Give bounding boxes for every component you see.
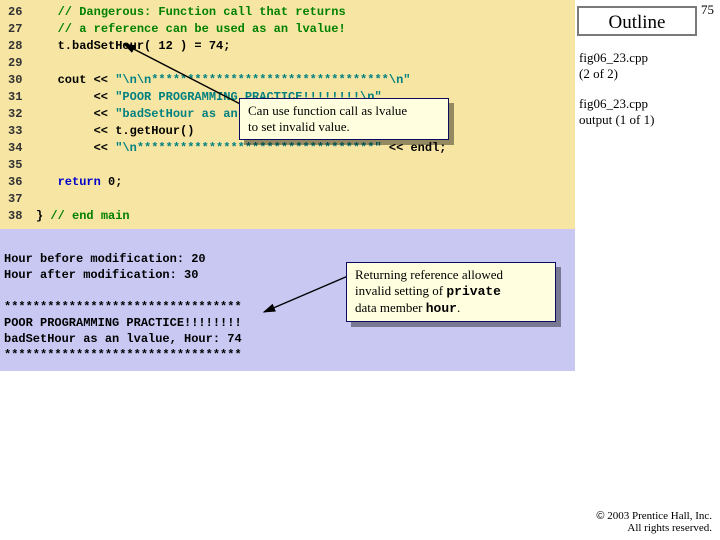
copyright-text: 2003 Prentice Hall, Inc. (604, 510, 712, 522)
copyright-text: All rights reserved. (627, 522, 712, 534)
output-line: POOR PROGRAMMING PRACTICE!!!!!!!! (4, 316, 242, 330)
code-line: 30 cout << "\n\n************************… (8, 72, 575, 89)
outline-box: Outline (577, 6, 697, 36)
output-line: ********************************* (4, 300, 242, 314)
callout-reference: Returning reference allowed invalid sett… (346, 262, 556, 322)
callout-lvalue: Can use function call as lvalue to set i… (239, 98, 449, 140)
slide-number: 75 (701, 2, 714, 18)
output-line: Hour before modification: 20 (4, 252, 206, 266)
callout-text: Returning reference allowed (355, 267, 503, 282)
code-line: 35 (8, 157, 575, 174)
code-line: 28 t.badSetHour( 12 ) = 74; (8, 38, 575, 55)
file-name: fig06_23.cpp (579, 50, 648, 65)
callout-text: invalid setting of (355, 283, 446, 298)
file-name: fig06_23.cpp (579, 96, 648, 111)
callout-text: to set invalid value. (248, 119, 350, 134)
callout-text: . (457, 300, 460, 315)
code-line: 37 (8, 191, 575, 208)
code-line: 26 // Dangerous: Function call that retu… (8, 4, 575, 21)
file-part: (2 of 2) (579, 66, 618, 81)
callout-code: private (446, 284, 501, 299)
code-line: 38} // end main (8, 208, 575, 225)
output-line: ********************************* (4, 348, 242, 362)
output-line: Hour after modification: 30 (4, 268, 198, 282)
callout-code: hour (426, 301, 457, 316)
file-part: output (1 of 1) (579, 112, 654, 127)
code-line: 27 // a reference can be used as an lval… (8, 21, 575, 38)
code-line: 36 return 0; (8, 174, 575, 191)
code-line: 34 << "\n*******************************… (8, 140, 575, 157)
file-meta: fig06_23.cpp output (1 of 1) (579, 96, 720, 128)
output-line: badSetHour as an lvalue, Hour: 74 (4, 332, 242, 346)
sidebar: 75 Outline fig06_23.cpp (2 of 2) fig06_2… (575, 0, 720, 540)
callout-text: data member (355, 300, 426, 315)
file-meta: fig06_23.cpp (2 of 2) (579, 50, 720, 82)
copyright: © 2003 Prentice Hall, Inc. All rights re… (596, 510, 712, 534)
callout-text: Can use function call as lvalue (248, 103, 407, 118)
code-line: 29 (8, 55, 575, 72)
